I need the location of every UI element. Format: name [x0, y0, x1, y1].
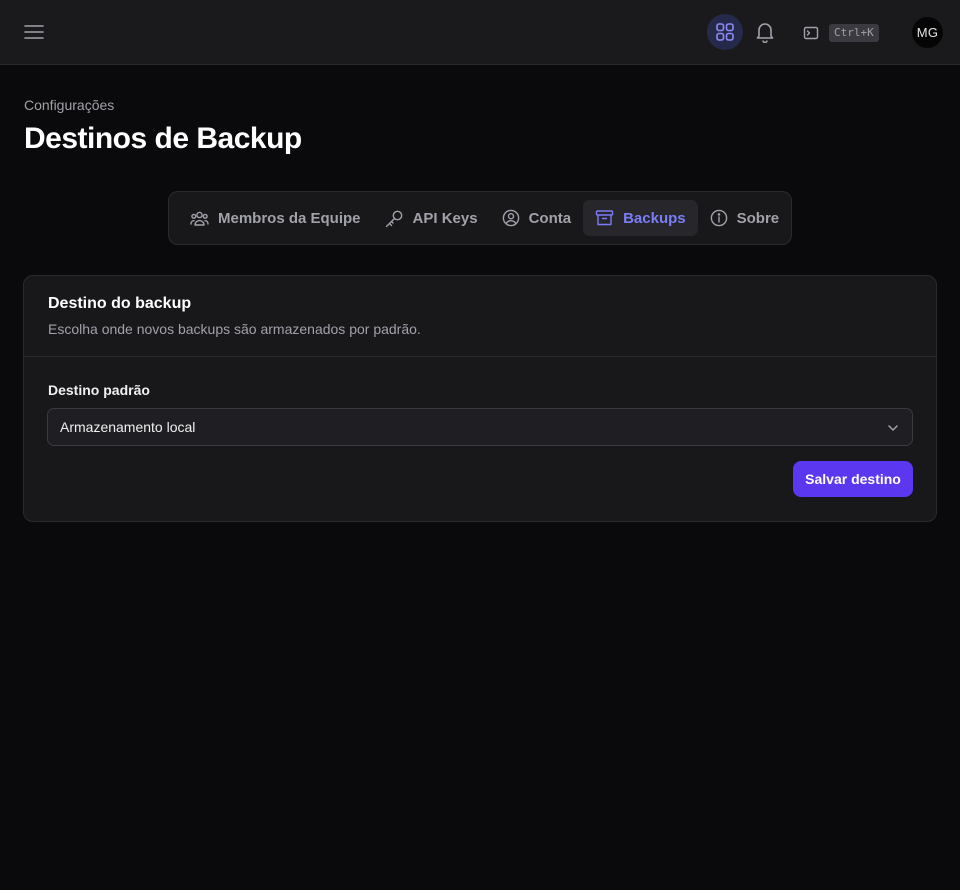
- tab-api-keys[interactable]: API Keys: [373, 200, 490, 236]
- default-destination-label: Destino padrão: [48, 382, 150, 398]
- selected-value: Armazenamento local: [60, 419, 196, 435]
- settings-tabs: Membros da Equipe API Keys Conta Backups…: [168, 191, 792, 245]
- chevron-down-icon: [888, 425, 898, 431]
- apps-button[interactable]: [707, 14, 743, 50]
- default-destination-select[interactable]: Armazenamento local: [47, 408, 913, 446]
- menu-button[interactable]: [20, 18, 48, 46]
- tab-label: Sobre: [736, 209, 780, 227]
- command-palette-button[interactable]: Ctrl+K: [803, 22, 879, 44]
- breadcrumb: Configurações: [24, 97, 115, 113]
- tab-label: API Keys: [412, 209, 478, 227]
- menu-icon: [24, 25, 44, 39]
- apps-grid-icon: [716, 23, 734, 41]
- users-icon: [190, 211, 209, 226]
- card-title: Destino do backup: [48, 295, 192, 312]
- archive-icon: [595, 210, 614, 226]
- user-circle-icon: [502, 209, 519, 227]
- tab-backups[interactable]: Backups: [583, 200, 698, 236]
- notifications-button[interactable]: [751, 18, 779, 46]
- tab-label: Membros da Equipe: [218, 209, 361, 227]
- top-bar: Ctrl+K MG: [0, 0, 960, 65]
- keyboard-shortcut: Ctrl+K: [829, 24, 879, 42]
- terminal-icon: [803, 26, 819, 40]
- backup-destination-card: Destino do backup Escolha onde novos bac…: [23, 275, 937, 522]
- card-header: Destino do backup Escolha onde novos bac…: [24, 276, 936, 357]
- card-description: Escolha onde novos backups são armazenad…: [48, 321, 421, 337]
- tab-team-members[interactable]: Membros da Equipe: [178, 200, 373, 236]
- tab-label: Conta: [528, 209, 572, 227]
- info-icon: [710, 209, 727, 227]
- avatar[interactable]: MG: [912, 17, 943, 48]
- bell-icon: [756, 23, 774, 43]
- page-title: Destinos de Backup: [24, 122, 302, 155]
- tab-account[interactable]: Conta: [490, 200, 584, 236]
- save-destination-button[interactable]: Salvar destino: [793, 461, 913, 497]
- key-icon: [385, 210, 402, 227]
- tab-label: Backups: [623, 209, 686, 227]
- tab-about[interactable]: Sobre: [698, 200, 792, 236]
